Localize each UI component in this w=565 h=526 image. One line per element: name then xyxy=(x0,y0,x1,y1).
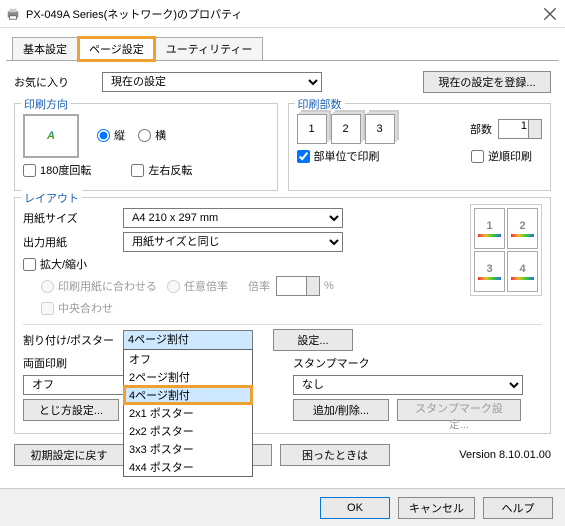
layout-group: レイアウト 用紙サイズ A4 210 x 297 mm 出力用紙 用紙サイズと同… xyxy=(14,197,551,434)
layout-preview-icon: 1 2 3 4 xyxy=(470,204,542,296)
copies-legend: 印刷部数 xyxy=(295,96,345,112)
tab-basic[interactable]: 基本設定 xyxy=(12,37,78,61)
nup-label: 割り付け/ポスター xyxy=(23,332,123,348)
nup-option-off[interactable]: オフ xyxy=(124,350,252,368)
copies-label: 部数 xyxy=(470,121,492,137)
ok-button[interactable]: OK xyxy=(320,497,390,519)
stamp-label: スタンプマーク xyxy=(293,355,370,371)
cancel-button[interactable]: キャンセル xyxy=(398,497,475,519)
stamp-select[interactable]: なし xyxy=(293,375,523,395)
nup-option-3x3[interactable]: 3x3 ポスター xyxy=(124,440,252,458)
register-settings-button[interactable]: 現在の設定を登録... xyxy=(423,71,551,93)
tab-utility[interactable]: ユーティリティー xyxy=(155,37,264,61)
center-checkbox: 中央合わせ xyxy=(41,300,113,316)
tab-strip: 基本設定 ページ設定 ユーティリティー xyxy=(6,32,559,61)
scale-checkbox[interactable]: 拡大/縮小 xyxy=(23,256,87,272)
mirror-checkbox[interactable]: 左右反転 xyxy=(131,162,192,178)
nup-option-2x1[interactable]: 2x1 ポスター xyxy=(124,404,252,422)
output-paper-label: 出力用紙 xyxy=(23,234,123,250)
output-paper-select[interactable]: 用紙サイズと同じ xyxy=(123,232,343,252)
collate-icon: 1 xyxy=(297,114,327,144)
printer-icon xyxy=(6,7,20,21)
nup-dropdown-list: オフ 2ページ割付 4ページ割付 2x1 ポスター 2x2 ポスター 3x3 ポ… xyxy=(123,349,253,477)
copies-spinner[interactable]: 1 xyxy=(498,119,542,139)
favorites-label: お気に入り xyxy=(14,74,102,90)
scale-rate-label: 倍率 xyxy=(248,278,270,294)
orientation-preview-icon: A xyxy=(23,114,79,158)
nup-settings-button[interactable]: 設定... xyxy=(273,329,353,351)
portrait-radio[interactable]: 縦 xyxy=(97,127,125,143)
paper-size-label: 用紙サイズ xyxy=(23,210,123,226)
nup-option-2x2[interactable]: 2x2 ポスター xyxy=(124,422,252,440)
collate-icon: 3 xyxy=(365,114,395,144)
orientation-group: 印刷方向 A 縦 横 180度回転 左右反転 xyxy=(14,103,278,191)
reset-defaults-button[interactable]: 初期設定に戻す xyxy=(14,444,124,466)
fit-to-paper-radio: 印刷用紙に合わせる xyxy=(41,278,157,294)
rotate-180-checkbox[interactable]: 180度回転 xyxy=(23,162,91,178)
binding-settings-button[interactable]: とじ方設定... xyxy=(23,399,119,421)
custom-scale-radio: 任意倍率 xyxy=(167,278,228,294)
paper-size-select[interactable]: A4 210 x 297 mm xyxy=(123,208,343,228)
layout-legend: レイアウト xyxy=(21,190,82,206)
favorites-select[interactable]: 現在の設定 xyxy=(102,72,322,92)
version-label: Version 8.10.01.00 xyxy=(459,449,551,461)
window-title: PX-049A Series(ネットワーク)のプロパティ xyxy=(26,6,541,22)
nup-option-4x4[interactable]: 4x4 ポスター xyxy=(124,458,252,476)
nup-option-4up[interactable]: 4ページ割付 xyxy=(124,386,252,404)
stamp-add-remove-button[interactable]: 追加/削除... xyxy=(293,399,389,421)
dialog-footer: OK キャンセル ヘルプ xyxy=(0,488,565,526)
tab-page-settings[interactable]: ページ設定 xyxy=(78,37,155,61)
percent-label: % xyxy=(324,280,334,292)
close-icon[interactable] xyxy=(541,5,559,23)
scale-spinner xyxy=(276,276,320,296)
help-button[interactable]: ヘルプ xyxy=(483,497,553,519)
copies-group: 印刷部数 1 2 3 部数 1 部単位で印刷 逆順印刷 xyxy=(288,103,552,191)
window-titlebar: PX-049A Series(ネットワーク)のプロパティ xyxy=(0,0,565,28)
duplex-label: 両面印刷 xyxy=(23,355,123,371)
landscape-radio[interactable]: 横 xyxy=(138,127,166,143)
orientation-legend: 印刷方向 xyxy=(21,96,71,112)
nup-option-2up[interactable]: 2ページ割付 xyxy=(124,368,252,386)
troubleshoot-button[interactable]: 困ったときは xyxy=(280,444,390,466)
nup-select[interactable]: 4ページ割付 xyxy=(123,330,253,350)
reverse-order-checkbox[interactable]: 逆順印刷 xyxy=(471,148,532,164)
collate-icon: 2 xyxy=(331,114,361,144)
collate-checkbox[interactable]: 部単位で印刷 xyxy=(297,148,380,164)
stamp-settings-button: スタンプマーク設定... xyxy=(397,399,521,421)
